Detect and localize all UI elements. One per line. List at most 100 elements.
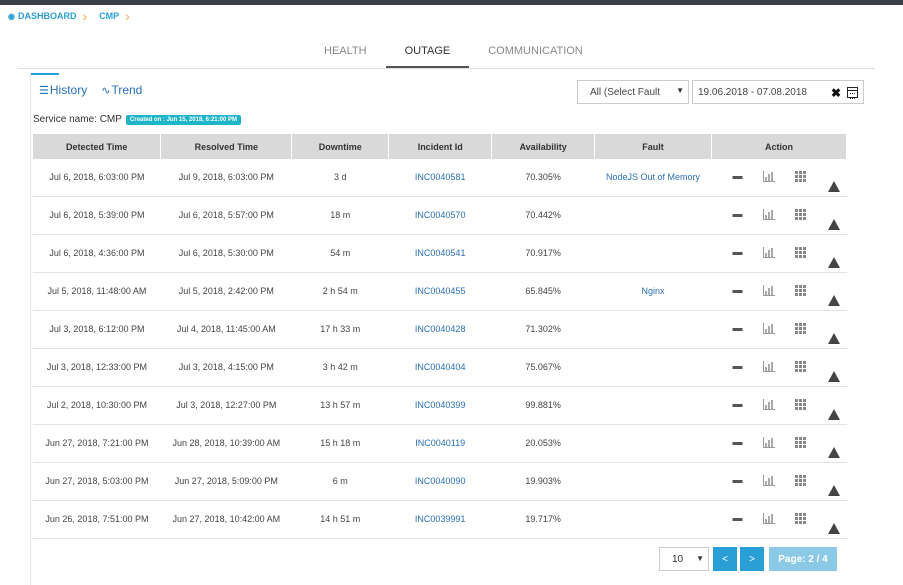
detected-time-cell: Jul 6, 2018, 4:36:00 PM [33,234,161,273]
bar-chart-icon[interactable] [762,475,777,487]
incident-id-link[interactable]: INC0040428 [388,310,492,349]
fault-select[interactable]: All (Select Fault ▼ [577,80,689,104]
comment-icon[interactable]: ▬ [731,285,745,297]
warning-icon[interactable] [827,247,841,268]
clear-icon[interactable]: ✖ [831,86,841,100]
bar-chart-icon[interactable] [762,247,777,259]
comment-icon[interactable]: ▬ [731,399,745,411]
next-page-button[interactable]: > [740,547,764,571]
breadcrumb-dashboard[interactable]: ◉ DASHBOARD [8,11,76,21]
comment-icon[interactable]: ▬ [731,209,745,221]
table-row: Jun 27, 2018, 7:21:00 PM Jun 28, 2018, 10… [33,424,847,463]
tab-health[interactable]: HEALTH [305,40,386,68]
bar-chart-icon[interactable] [762,437,777,449]
downtime-cell: 18 m [291,196,389,235]
fault-cell [594,310,712,349]
incident-id-link[interactable]: INC0040090 [388,462,492,501]
comment-icon[interactable]: ▬ [731,475,745,487]
comment-icon[interactable]: ▬ [731,323,745,335]
warning-icon[interactable] [827,171,841,193]
warning-icon[interactable] [827,323,841,344]
breadcrumb-cmp[interactable]: CMP [99,11,119,21]
col-resolved-time[interactable]: Resolved Time [160,134,293,159]
fault-cell [594,424,712,463]
comment-icon[interactable]: ▬ [731,513,745,525]
incident-id-link[interactable]: INC0040570 [388,196,492,235]
page-size-select[interactable]: 10 ▼ [659,547,709,571]
comment-icon[interactable]: ▬ [731,247,745,259]
line-chart-icon: ∿ [101,84,111,97]
comment-icon[interactable]: ▬ [731,171,745,183]
resolved-time-cell: Jun 27, 2018, 5:09:00 PM [160,462,292,501]
incident-id-link[interactable]: INC0040404 [388,348,492,387]
table-row: Jun 26, 2018, 7:51:00 PM Jun 27, 2018, 10… [33,500,847,539]
grid-icon[interactable] [794,323,809,335]
action-group: ▬ [711,513,846,534]
action-cell: ▬ [711,462,847,501]
availability-cell: 71.302% [491,310,595,349]
col-downtime[interactable]: Downtime [291,134,390,159]
col-fault[interactable]: Fault [594,134,712,159]
availability-cell: 70.442% [491,196,595,235]
grid-icon[interactable] [794,361,809,373]
bar-chart-icon[interactable] [762,399,777,411]
pagination: 10 ▼ < > Page: 2 / 4 [31,546,865,576]
incident-id-link[interactable]: INC0040119 [388,424,492,463]
bar-chart-icon[interactable] [762,209,777,221]
tab-communication[interactable]: COMMUNICATION [469,40,602,68]
incident-id-link[interactable]: INC0040541 [388,234,492,273]
page-indicator: Page: 2 / 4 [769,547,837,571]
detected-time-cell: Jul 6, 2018, 6:03:00 PM [33,159,161,197]
resolved-time-cell: Jul 3, 2018, 12:27:00 PM [160,386,292,425]
comment-icon[interactable]: ▬ [731,361,745,373]
action-group: ▬ [711,171,846,193]
warning-icon[interactable] [827,399,841,420]
detected-time-cell: Jul 3, 2018, 6:12:00 PM [33,310,161,349]
incident-id-link[interactable]: INC0040455 [388,272,492,311]
grid-icon[interactable] [794,285,809,297]
table-row: Jul 2, 2018, 10:30:00 PM Jul 3, 2018, 12:… [33,386,847,425]
grid-icon[interactable] [794,475,809,487]
incident-id-link[interactable]: INC0039991 [388,500,492,539]
bar-chart-icon[interactable] [762,285,777,297]
detected-time-cell: Jul 3, 2018, 12:33:00 PM [33,348,161,387]
action-cell: ▬ [711,196,847,235]
bar-chart-icon[interactable] [762,171,777,183]
warning-icon[interactable] [827,361,841,382]
date-range-field[interactable]: 19.06.2018 - 07.08.2018 ✖ [692,80,864,104]
incident-id-link[interactable]: INC0040399 [388,386,492,425]
calendar-icon[interactable] [847,87,858,99]
grid-icon[interactable] [794,247,809,259]
warning-icon[interactable] [827,513,841,534]
warning-icon[interactable] [827,285,841,306]
action-group: ▬ [711,475,846,496]
availability-cell: 19.717% [491,500,595,539]
bar-chart-icon[interactable] [762,323,777,335]
trend-link[interactable]: ∿ Trend [101,83,142,97]
action-cell: ▬ [711,424,847,463]
history-link[interactable]: ☰ History [39,83,87,97]
table-row: Jul 5, 2018, 11:48:00 AM Jul 5, 2018, 2:4… [33,272,847,311]
warning-icon[interactable] [827,437,841,458]
col-detected-time[interactable]: Detected Time [33,134,162,159]
incident-id-link[interactable]: INC0040581 [388,159,492,197]
table-row: Jun 27, 2018, 5:03:00 PM Jun 27, 2018, 5:… [33,462,847,501]
warning-icon[interactable] [827,475,841,496]
table-row: Jul 6, 2018, 6:03:00 PM Jul 9, 2018, 6:03… [33,159,847,197]
grid-icon[interactable] [794,513,809,525]
comment-icon[interactable]: ▬ [731,437,745,449]
grid-icon[interactable] [794,399,809,411]
downtime-cell: 15 h 18 m [291,424,389,463]
grid-icon[interactable] [794,209,809,221]
prev-page-button[interactable]: < [713,547,737,571]
col-incident-id[interactable]: Incident Id [388,134,493,159]
warning-icon[interactable] [827,209,841,230]
bar-chart-icon[interactable] [762,513,777,525]
col-availability[interactable]: Availability [491,134,596,159]
bar-chart-icon[interactable] [762,361,777,373]
home-icon: ◉ [8,11,15,21]
grid-icon[interactable] [794,171,809,183]
grid-icon[interactable] [794,437,809,449]
table-row: Jul 3, 2018, 6:12:00 PM Jul 4, 2018, 11:4… [33,310,847,349]
tab-outage[interactable]: OUTAGE [385,40,470,68]
